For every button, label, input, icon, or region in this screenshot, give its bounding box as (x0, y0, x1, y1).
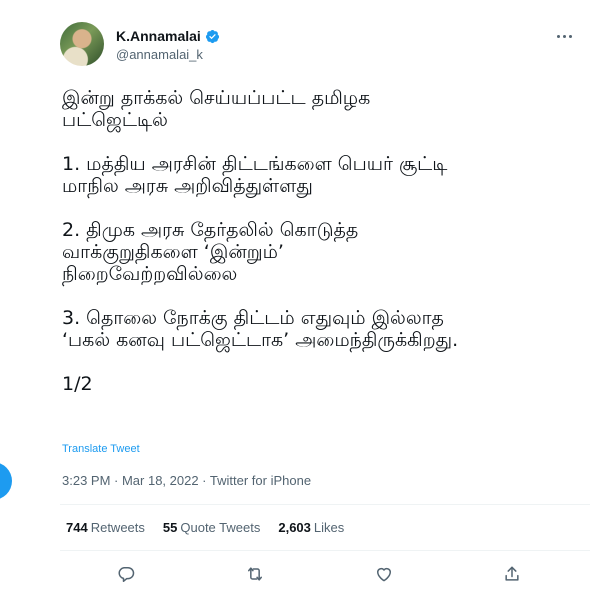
retweets-count: 744 (66, 520, 88, 535)
tweet-stats: 744 Retweets 55 Quote Tweets 2,603 Likes (66, 520, 344, 535)
reply-icon (118, 567, 135, 582)
likes-label: Likes (313, 520, 345, 535)
translate-link[interactable]: Translate Tweet (62, 443, 140, 455)
tweet-line: வாக்குறுதிகளை ‘இன்றும்’ (62, 241, 284, 263)
tweet-line: ‘பகல் கனவு பட்ஜெட்டாக’ அமைந்திருக்கிறது. (62, 329, 459, 351)
retweet-icon (248, 567, 262, 581)
more-icon[interactable] (552, 26, 576, 46)
tweet-line: 1. மத்திய அரசின் திட்டங்களை பெயர் சூட்டி (62, 153, 448, 175)
tweet-paragraph: 2. திமுக அரசு தேர்தலில் கொடுத்த வாக்குறுத… (62, 219, 592, 285)
tweet-paragraph: 1. மத்திய அரசின் திட்டங்களை பெயர் சூட்டி… (62, 153, 592, 197)
tweet-paragraph: 3. தொலை நோக்கு திட்டம் எதுவும் இல்லாத ‘பக… (62, 307, 592, 351)
display-name[interactable]: K.Annamalai (116, 28, 201, 44)
tweet-text: இன்று தாக்கல் செய்யப்பட்ட தமிழக பட்ஜெட்டி… (62, 87, 592, 395)
handle[interactable]: @annamalai_k (116, 47, 203, 62)
quotes-label: Quote Tweets (180, 520, 261, 535)
divider (60, 504, 590, 505)
share-button[interactable] (500, 562, 524, 586)
tweet-paragraph: இன்று தாக்கல் செய்யப்பட்ட தமிழக பட்ஜெட்டி… (62, 87, 592, 131)
tweet-paragraph: 1/2 (62, 373, 592, 395)
action-bar (60, 560, 590, 588)
divider (60, 550, 590, 551)
avatar[interactable] (60, 22, 104, 66)
tweet-line: 3. தொலை நோக்கு திட்டம் எதுவும் இல்லாத (62, 307, 444, 329)
share-icon (505, 566, 519, 581)
like-icon (377, 567, 391, 582)
likes-stat[interactable]: 2,603 Likes (278, 520, 344, 535)
tweet-line: நிறைவேற்றவில்லை (62, 263, 238, 285)
tweet-detail: K.Annamalai @annamalai_k இன்று தாக்கல் ச… (0, 0, 600, 590)
tweet-line: இன்று தாக்கல் செய்யப்பட்ட தமிழக (62, 87, 371, 109)
reply-button[interactable] (114, 562, 138, 586)
like-button[interactable] (372, 562, 396, 586)
tweet-line: 1/2 (62, 373, 93, 395)
likes-count: 2,603 (278, 520, 311, 535)
quotes-count: 55 (162, 520, 178, 535)
retweets-stat[interactable]: 744 Retweets (66, 520, 145, 535)
tweet-header: K.Annamalai @annamalai_k (60, 22, 590, 70)
name-row[interactable]: K.Annamalai (116, 27, 220, 45)
verified-icon (205, 29, 219, 43)
tweet-timestamp[interactable]: 3:23 PM · Mar 18, 2022 · Twitter for iPh… (62, 473, 311, 488)
tweet-line: பட்ஜெட்டில் (62, 109, 168, 131)
retweets-label: Retweets (90, 520, 145, 535)
quotes-stat[interactable]: 55 Quote Tweets (163, 520, 260, 535)
tweet-line: மாநில அரசு அறிவித்துள்ளது (62, 175, 313, 197)
tweet-line: 2. திமுக அரசு தேர்தலில் கொடுத்த (62, 219, 359, 241)
compose-fab-edge[interactable] (0, 462, 12, 500)
retweet-button[interactable] (243, 562, 267, 586)
